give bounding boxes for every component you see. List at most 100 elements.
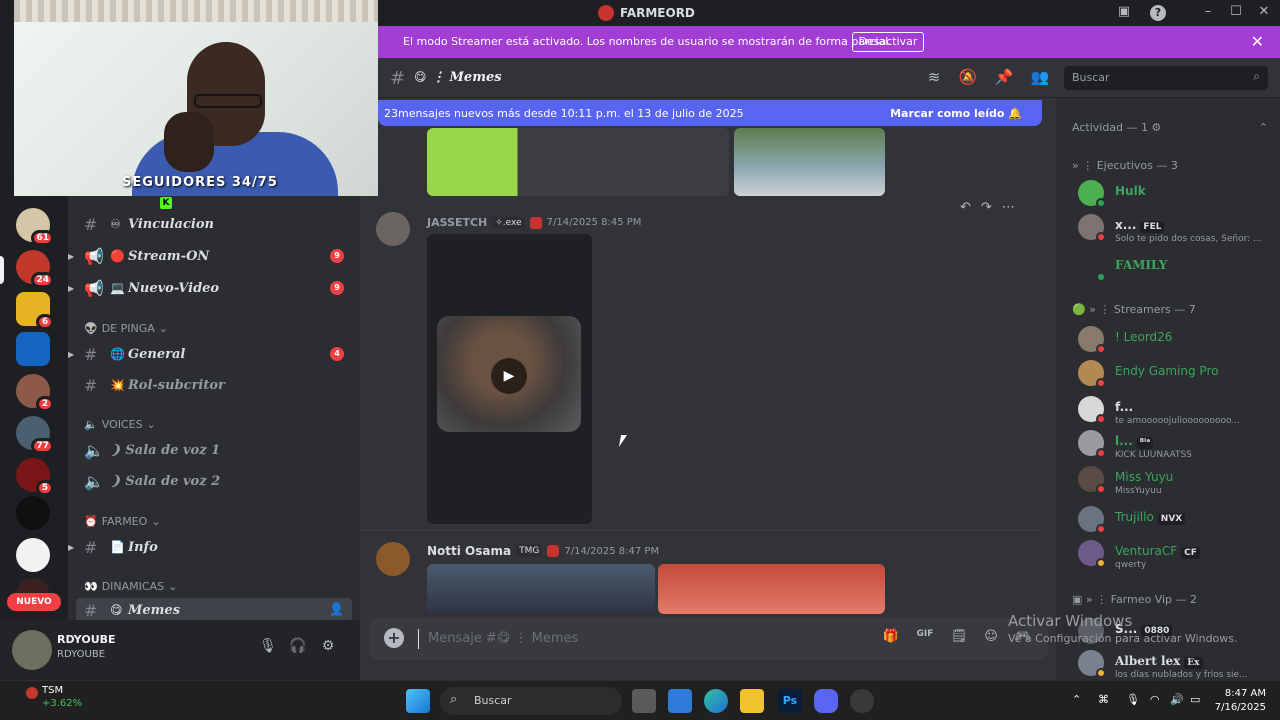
server-icon[interactable] — [16, 332, 50, 366]
microphone-icon[interactable]: 🎙 — [258, 638, 278, 658]
add-attachment-button[interactable]: + — [384, 628, 404, 648]
category-dinamicas[interactable]: 👀 DINAMICAS ⌄ — [84, 577, 177, 595]
member-tag: CF — [1181, 547, 1200, 559]
maximize-button[interactable]: ☐ — [1226, 4, 1246, 22]
voice-channel-2[interactable]: 🔈 ❩ Sala de voz 2 — [68, 467, 360, 495]
microphone-icon[interactable]: 🎙 — [1126, 693, 1140, 706]
avatar[interactable] — [12, 630, 52, 670]
pin-icon[interactable]: 📌 — [994, 68, 1014, 88]
gif-icon[interactable]: GIF — [914, 629, 936, 649]
message-author[interactable]: JASSETCH — [427, 216, 487, 229]
category-de-pinga[interactable]: 👽 DE PINGA ⌄ — [84, 319, 168, 337]
member-item[interactable]: Miss Yuyu MissYuyuu — [1078, 464, 1274, 500]
video-attachment[interactable]: ▶ — [427, 234, 592, 524]
start-menu-icon[interactable] — [406, 689, 430, 713]
discord-icon[interactable] — [814, 689, 838, 713]
store-icon[interactable] — [668, 689, 692, 713]
close-window-button[interactable]: ✕ — [1254, 4, 1274, 22]
member-item[interactable]: Albert lex Ex los días nublados y fríos s… — [1078, 648, 1274, 684]
channel-stream-on[interactable]: ▶ 📢 🔴 Stream-ON 9 — [68, 242, 360, 270]
member-item[interactable]: Trujillo NVX — [1078, 504, 1274, 540]
message-author[interactable]: Notti Osama — [427, 544, 511, 558]
close-icon[interactable]: ✕ — [1251, 32, 1264, 51]
app-title: FARMEORD — [598, 5, 695, 21]
headphones-icon[interactable]: 🎧 — [288, 638, 308, 658]
battery-icon[interactable]: ▭ — [1190, 693, 1200, 706]
member-name: x... — [1115, 218, 1137, 232]
server-icon[interactable] — [16, 538, 50, 572]
member-item[interactable]: l... ᴮˡᵃ KICK LUUNAATSS — [1078, 428, 1274, 464]
sticker-icon[interactable]: 🗒 — [948, 629, 970, 649]
emoji-icon[interactable]: ☺ — [980, 629, 1002, 649]
channel-memes[interactable]: # 😋 Memes 👤 — [76, 598, 352, 622]
tray-overflow-icon[interactable]: ⌃ — [1072, 693, 1081, 706]
app-icon[interactable] — [850, 689, 874, 713]
notification-bell-icon[interactable]: 🔕 — [958, 68, 978, 88]
server-icon[interactable]: 61 — [16, 208, 54, 246]
new-unreads-pill[interactable]: NUEVO — [7, 593, 61, 611]
forward-icon[interactable]: ↷ — [981, 200, 1002, 215]
gear-icon[interactable]: ⚙ — [318, 638, 338, 658]
category-voices[interactable]: 🔈 VOICES ⌄ — [84, 415, 156, 433]
avatar[interactable] — [376, 212, 410, 246]
member-name: Trujillo — [1115, 510, 1154, 524]
avatar[interactable] — [376, 542, 410, 576]
member-item[interactable]: FAMILY — [1078, 252, 1274, 288]
wifi-icon[interactable]: ◠ — [1150, 693, 1160, 706]
minimize-button[interactable]: – — [1198, 4, 1218, 22]
member-item[interactable]: x... FEL Solo te pido dos cosas, Señor: .… — [1078, 212, 1274, 248]
server-icon[interactable]: 24 — [16, 250, 54, 288]
image-attachment[interactable] — [734, 128, 885, 196]
add-member-icon[interactable]: 👤 — [329, 602, 344, 616]
deactivate-button[interactable]: Desactivar — [852, 32, 924, 52]
task-view-icon[interactable] — [632, 689, 656, 713]
webcam-overlay: SEGUIDORES 34/75 — [14, 0, 378, 196]
reply-icon[interactable]: ↶ — [960, 200, 981, 215]
edge-browser-icon[interactable] — [704, 689, 728, 713]
taskbar-search[interactable]: ⌕ Buscar — [440, 687, 622, 715]
server-icon[interactable]: 5 — [16, 458, 54, 496]
member-item[interactable]: Endy Gaming Pro — [1078, 358, 1274, 394]
category-label: VOICES — [101, 417, 143, 431]
new-messages-bar[interactable]: 23mensajes nuevos más desde 10:11 p.m. e… — [378, 100, 1042, 126]
channel-name: Vinculacion — [128, 216, 214, 232]
gift-icon[interactable]: 🎁 — [880, 629, 902, 649]
stock-widget[interactable]: TSM +3.62% — [42, 685, 82, 709]
more-icon[interactable]: ⋯ — [1002, 200, 1025, 215]
image-attachment[interactable] — [658, 564, 885, 614]
channel-nuevo-video[interactable]: ▶ 📢 💻 Nuevo-Video 9 — [68, 274, 360, 302]
activity-header[interactable]: Actividad — 1 ⚙ ⌃ — [1072, 121, 1268, 134]
message-composer[interactable]: + Mensaje #😋 ⋮ Memes 🎁 GIF 🗒 ☺ 🎮 — [370, 618, 1048, 660]
clock[interactable]: 8:47 AM 7/16/2025 — [1208, 687, 1266, 715]
category-farmeo[interactable]: ⏰ FARMEO ⌄ — [84, 512, 161, 530]
threads-icon[interactable]: ≋ — [924, 68, 944, 88]
image-attachment[interactable] — [427, 564, 655, 614]
network-icon[interactable]: ⌘ — [1098, 693, 1109, 706]
server-icon[interactable]: 2 — [16, 374, 54, 412]
members-icon[interactable]: 👥 — [1030, 68, 1050, 88]
help-icon[interactable]: ? — [1150, 5, 1166, 21]
channel-name: Info — [128, 539, 158, 555]
member-item[interactable]: VenturaCF CF qwerty — [1078, 538, 1274, 574]
play-icon[interactable]: ▶ — [491, 358, 527, 394]
member-item[interactable]: Hulk — [1078, 178, 1274, 214]
server-icon[interactable] — [16, 496, 50, 530]
mark-as-read-button[interactable]: Marcar como leído 🔔 — [890, 107, 1022, 120]
member-item[interactable]: f... te amooooojuliooooooooo... — [1078, 394, 1274, 430]
photoshop-icon[interactable]: Ps — [778, 689, 802, 713]
volume-icon[interactable]: 🔊 — [1170, 693, 1184, 706]
member-item[interactable]: ! Leord26 — [1078, 324, 1274, 360]
channel-rol-subcritor[interactable]: # 💥 Rol-subcritor — [68, 371, 360, 399]
server-icon[interactable]: 6 — [16, 292, 54, 330]
category-label: DINAMICAS — [101, 579, 165, 593]
file-explorer-icon[interactable] — [740, 689, 764, 713]
streamer-mode-banner: El modo Streamer está activado. Los nomb… — [378, 26, 1280, 58]
channel-info[interactable]: ▶ # 📄 Info — [68, 533, 360, 561]
server-icon[interactable]: 77 — [16, 416, 54, 454]
image-attachment[interactable] — [427, 128, 729, 196]
channel-vinculacion[interactable]: # ♾ Vinculacion — [68, 210, 360, 238]
channel-general[interactable]: ▶ # 🌐 General 4 — [68, 340, 360, 368]
search-input[interactable]: Buscar ⌕ — [1064, 66, 1268, 90]
voice-channel-1[interactable]: 🔈 ❩ Sala de voz 1 — [68, 436, 360, 464]
inbox-icon[interactable]: ▣ — [1114, 4, 1134, 22]
